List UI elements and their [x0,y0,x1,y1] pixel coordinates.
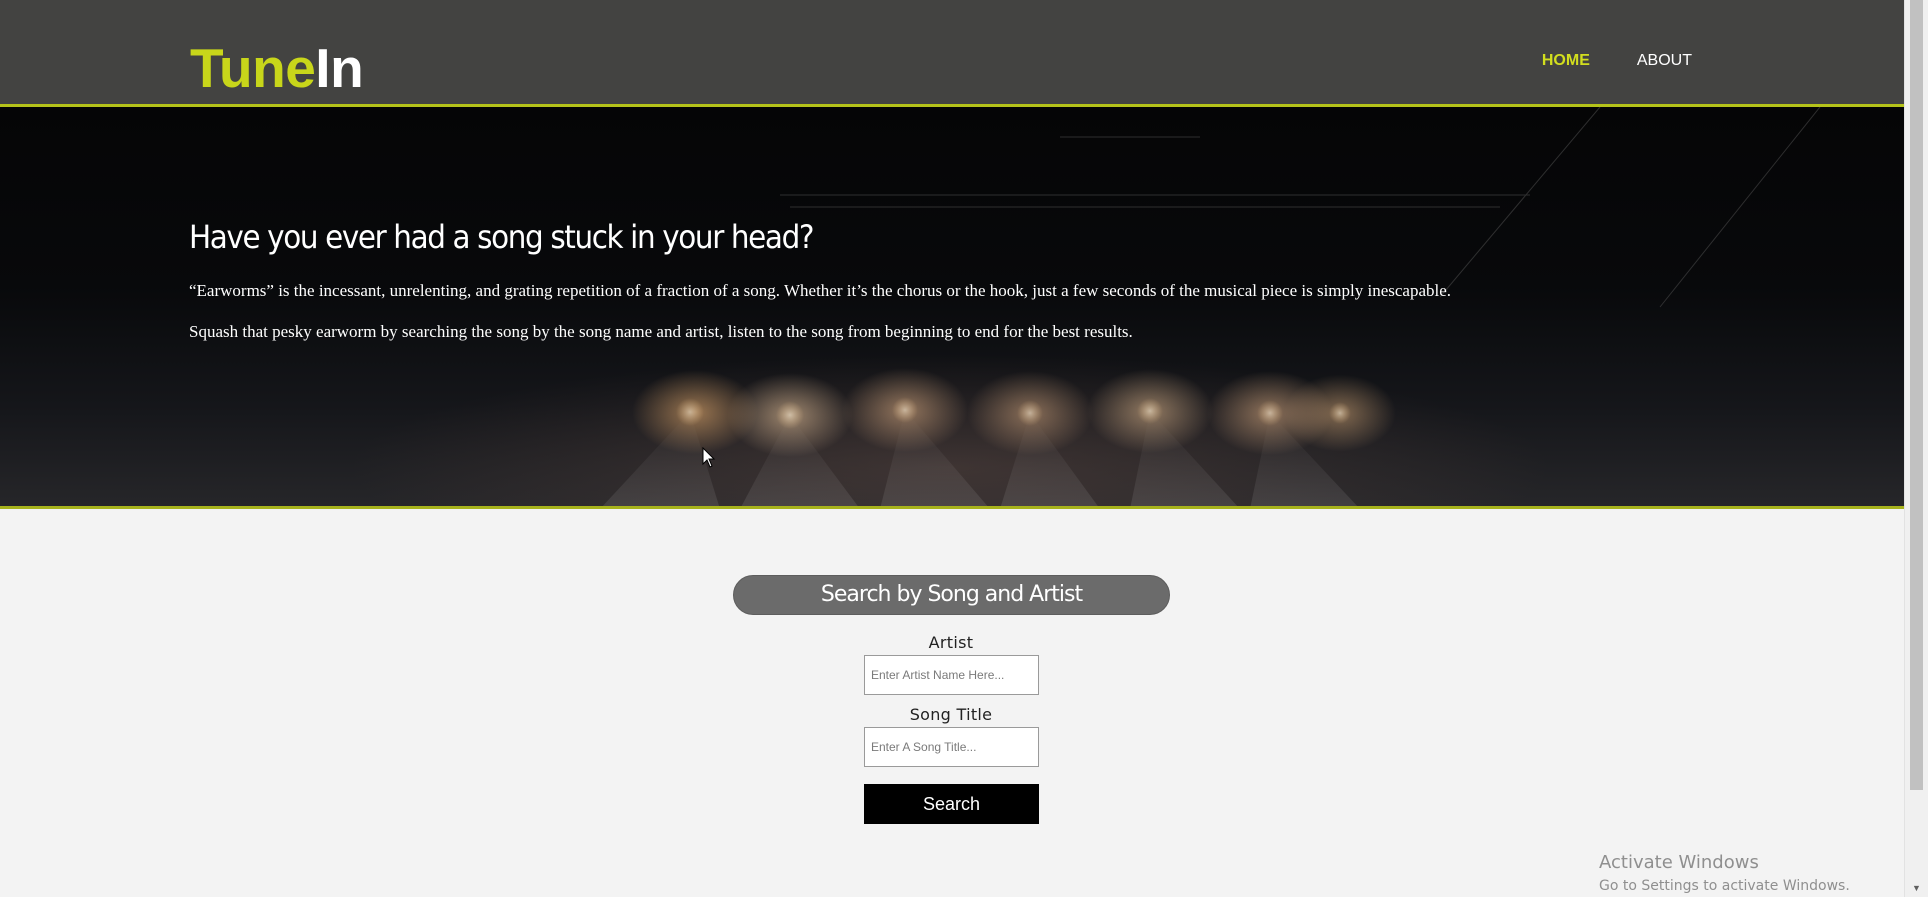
arrow-pointer-icon [702,447,716,468]
scrollbar-thumb[interactable] [1910,0,1923,790]
chevron-down-icon[interactable]: ▼ [1905,880,1928,897]
hero-paragraph-earworms: “Earworms” is the incessant, unrelenting… [189,281,1452,300]
song-title-input[interactable] [864,727,1039,767]
artist-label: Artist [928,633,974,652]
main-nav: HOME ABOUT [1542,52,1692,70]
watermark-subtitle: Go to Settings to activate Windows. [1599,878,1850,894]
hero-banner: Have you ever had a song stuck in your h… [0,107,1904,509]
hero-heading: Have you ever had a song stuck in your h… [189,218,814,256]
hero-content: Have you ever had a song stuck in your h… [189,217,1689,342]
song-title-label: Song Title [909,705,993,724]
logo-text-in: In [315,37,364,99]
artist-input[interactable] [864,655,1039,695]
watermark-title: Activate Windows [1599,852,1759,873]
nav-link-about[interactable]: ABOUT [1637,52,1692,70]
site-header: TuneIn HOME ABOUT [0,0,1904,107]
site-logo[interactable]: TuneIn [190,37,364,99]
logo-text-tune: Tune [190,37,316,99]
vertical-scrollbar[interactable]: ▲ ▼ [1904,0,1928,897]
nav-link-home[interactable]: HOME [1542,52,1590,70]
page-viewport: TuneIn HOME ABOUT Have you ever had a so… [0,0,1904,897]
hero-paragraph-instructions: Squash that pesky earworm by searching t… [189,322,1133,341]
search-section-title: Search by Song and Artist [733,575,1170,615]
search-button[interactable]: Search [864,784,1039,824]
windows-activation-watermark: Activate Windows Go to Settings to activ… [1599,852,1850,895]
